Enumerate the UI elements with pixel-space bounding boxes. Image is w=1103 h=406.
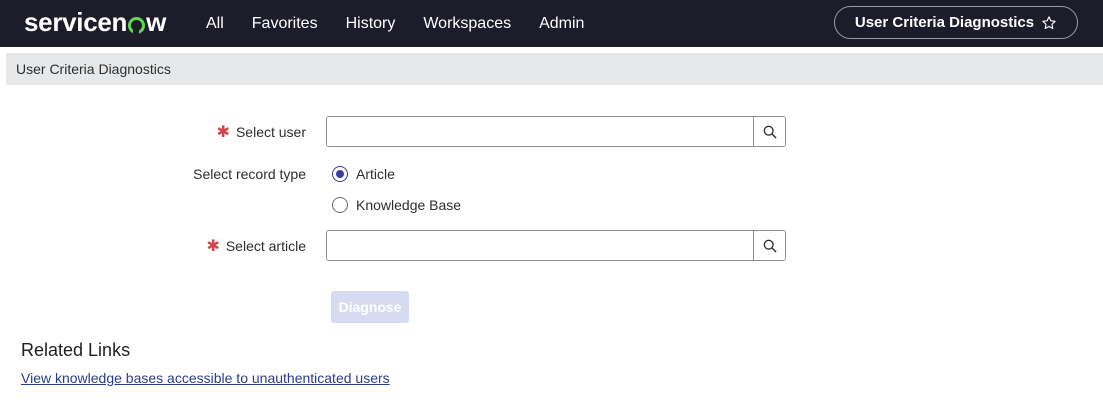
radio-article-control[interactable] — [332, 166, 348, 182]
logo-text-end: w — [146, 6, 167, 37]
required-marker: ✱ — [216, 124, 230, 141]
main-nav: All Favorites History Workspaces Admin — [206, 0, 612, 47]
servicenow-logo[interactable]: servicen w — [24, 7, 166, 37]
search-icon — [763, 125, 777, 139]
nav-workspaces[interactable]: Workspaces — [423, 15, 511, 33]
context-title: User Criteria Diagnostics — [854, 14, 1035, 31]
required-marker: ✱ — [206, 238, 220, 255]
page-title: User Criteria Diagnostics — [16, 61, 171, 77]
context-title-pill[interactable]: User Criteria Diagnostics — [834, 6, 1078, 39]
select-article-group — [326, 230, 786, 261]
radio-article-label: Article — [356, 166, 395, 182]
radio-knowledge-base-control[interactable] — [332, 197, 348, 213]
page-header: User Criteria Diagnostics — [6, 53, 1103, 85]
radio-knowledge-base-label: Knowledge Base — [356, 197, 462, 213]
select-article-label: ✱ Select article — [170, 236, 306, 256]
select-user-label: ✱ Select user — [190, 122, 306, 142]
top-nav-bar: servicen w All Favorites History Workspac… — [0, 0, 1103, 47]
logo-o-mark — [128, 16, 146, 35]
select-article-input[interactable] — [327, 231, 753, 260]
radio-article[interactable]: Article — [332, 166, 395, 182]
search-icon — [763, 239, 777, 253]
select-article-lookup-button[interactable] — [753, 231, 785, 260]
star-outline-icon[interactable] — [1041, 15, 1057, 31]
select-user-group — [326, 116, 786, 147]
select-user-label-text: Select user — [235, 124, 306, 140]
nav-favorites[interactable]: Favorites — [252, 15, 318, 33]
related-links-heading: Related Links — [21, 340, 131, 360]
logo-text-start: servicen — [24, 6, 128, 37]
select-user-lookup-button[interactable] — [753, 117, 785, 146]
select-user-input[interactable] — [327, 117, 753, 146]
select-article-label-text: Select article — [225, 238, 306, 254]
radio-knowledge-base[interactable]: Knowledge Base — [332, 197, 461, 213]
nav-all[interactable]: All — [206, 15, 224, 33]
record-type-label: Select record type — [193, 166, 306, 182]
unauthenticated-kb-link[interactable]: View knowledge bases accessible to unaut… — [21, 370, 390, 386]
nav-admin[interactable]: Admin — [539, 15, 584, 33]
nav-history[interactable]: History — [346, 15, 396, 33]
diagnose-button[interactable]: Diagnose — [331, 291, 409, 323]
